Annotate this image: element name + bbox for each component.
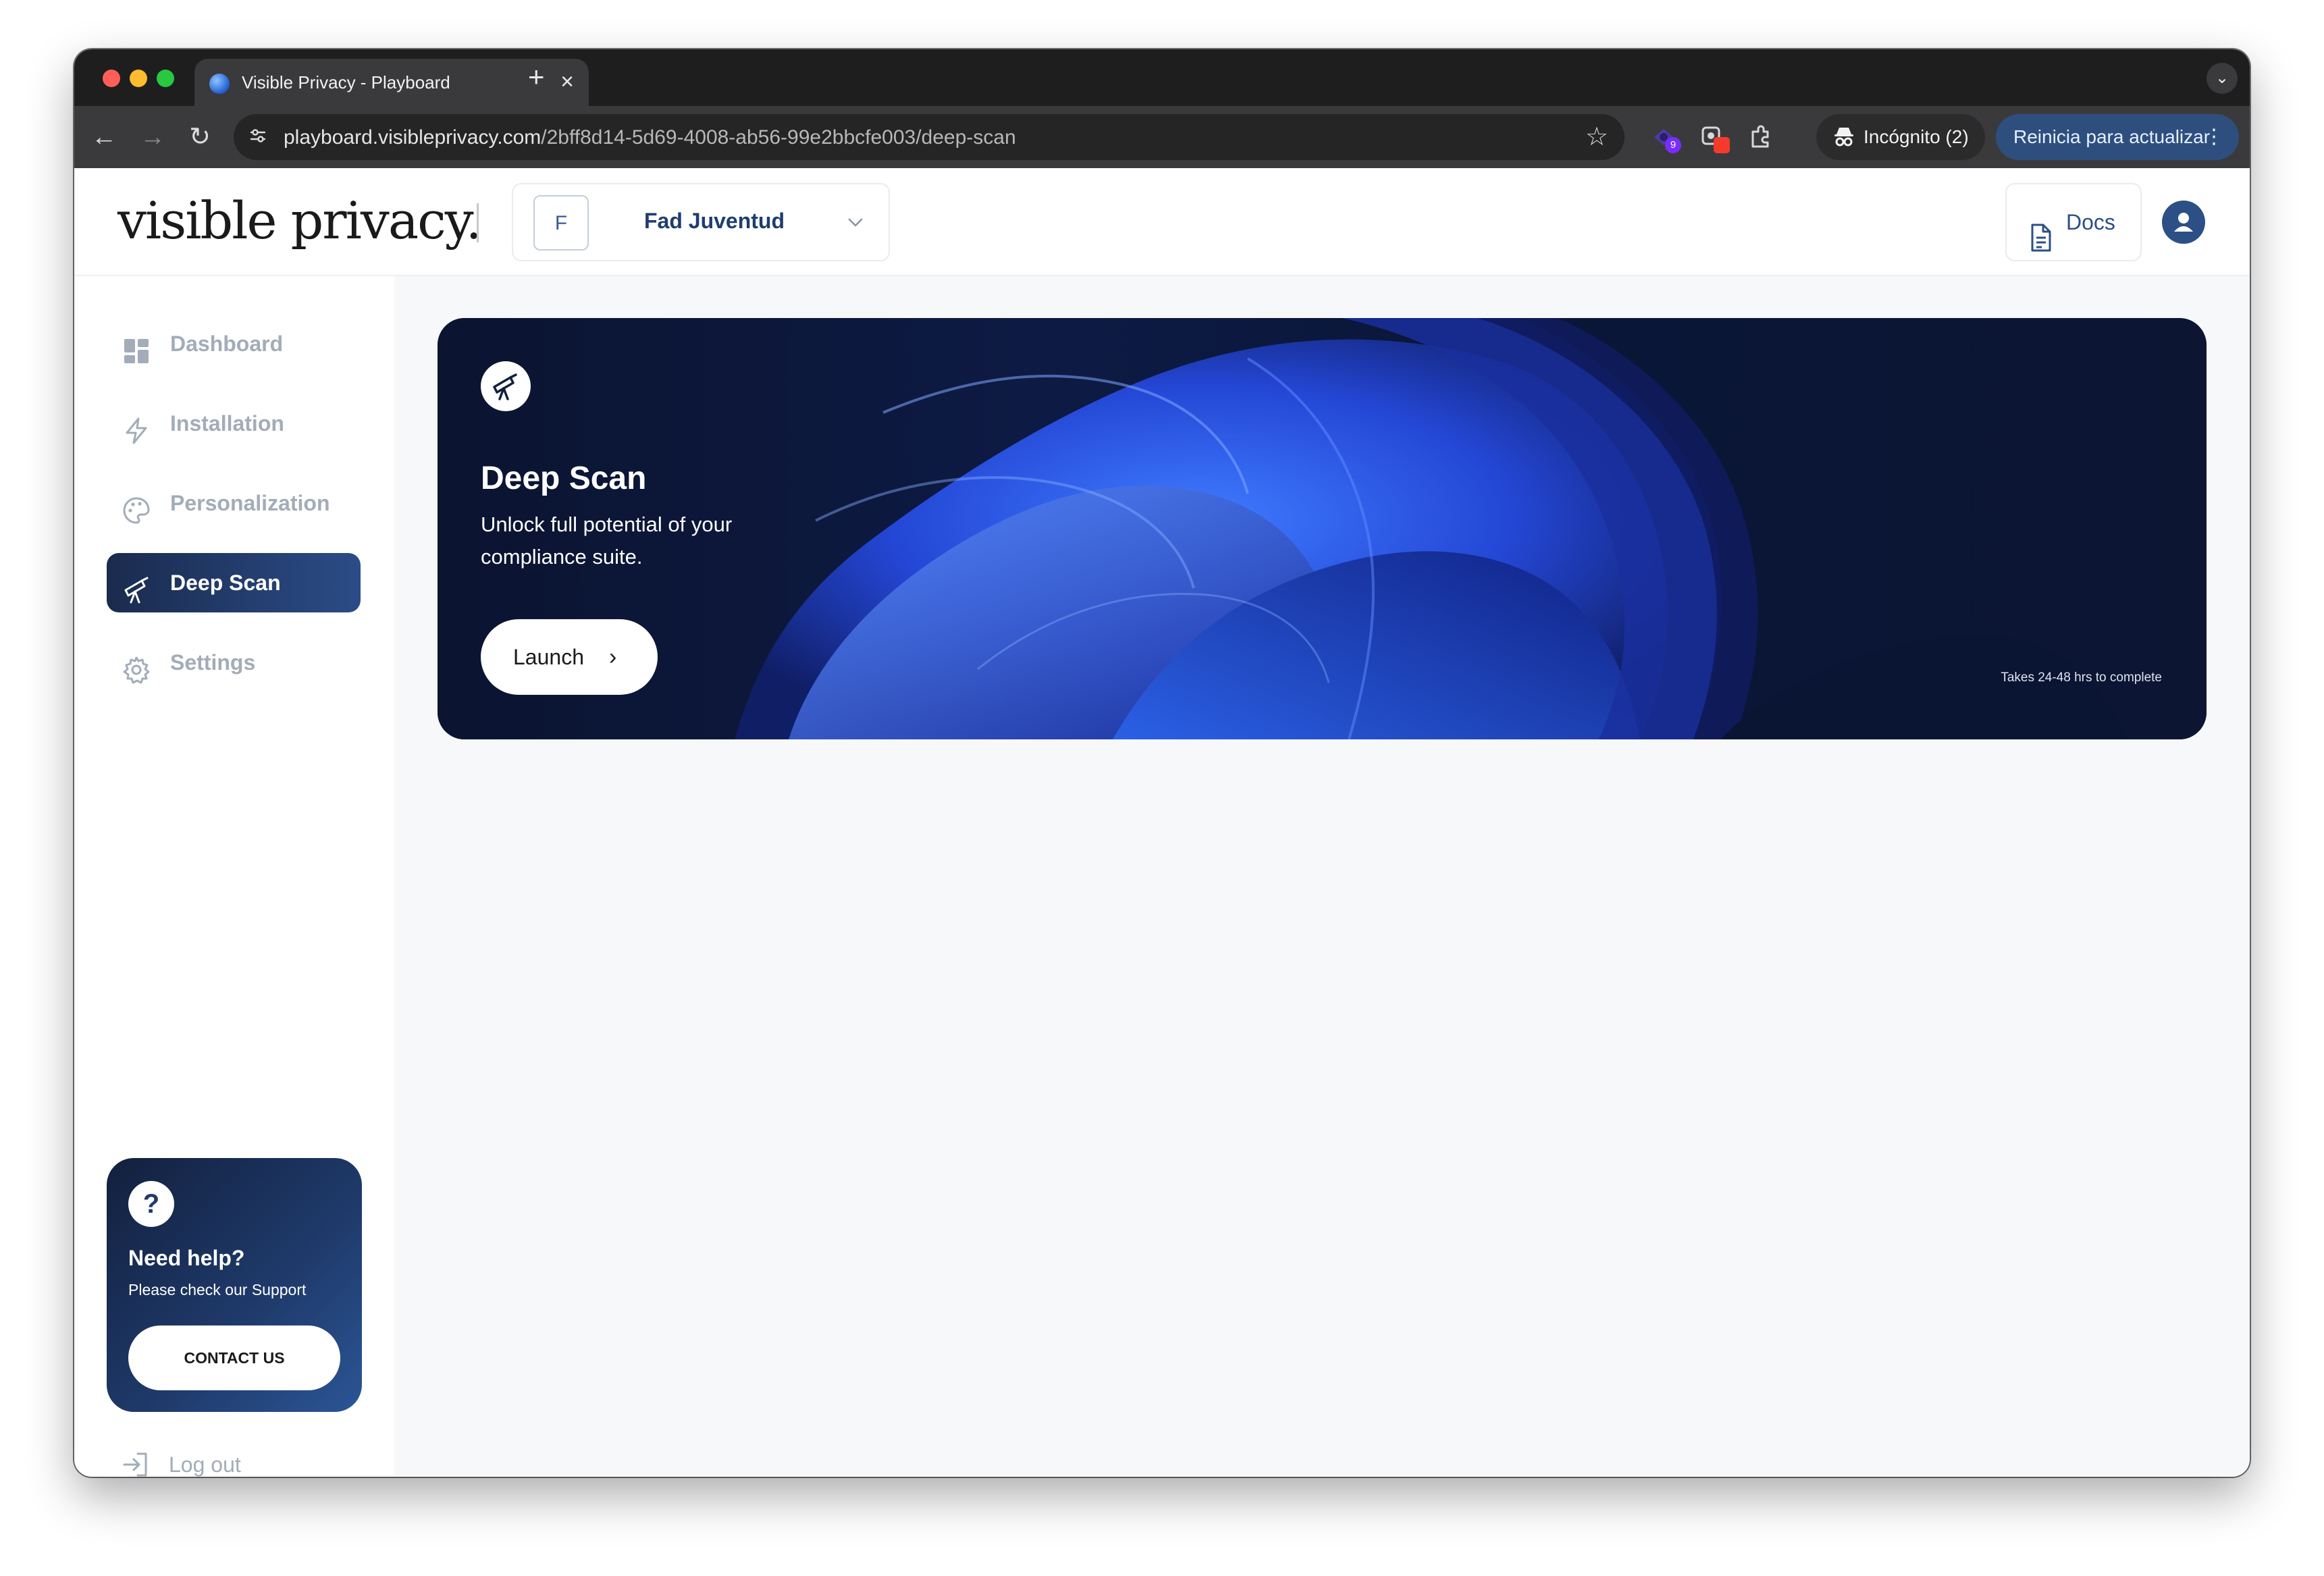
user-icon — [2174, 213, 2193, 232]
banner-duration-note: Takes 24-48 hrs to complete — [2001, 671, 2162, 685]
docs-button[interactable]: Docs — [2005, 183, 2142, 261]
minimize-window-button[interactable] — [130, 70, 147, 87]
incognito-indicator[interactable]: Incógnito (2) — [1816, 114, 1985, 160]
sidebar-item-dashboard[interactable]: Dashboard — [107, 314, 361, 373]
logout-label: Log out — [169, 1452, 241, 1477]
browser-toolbar: ← → ↻ playboard.visibleprivacy.com/2bff8… — [74, 106, 2250, 168]
tab-search-button[interactable]: ⌄ — [2207, 63, 2238, 94]
tab-title: Visible Privacy - Playboard — [242, 72, 450, 93]
telescope-icon — [481, 361, 531, 411]
sidebar-item-settings[interactable]: Settings — [107, 633, 361, 692]
extension-badge-red — [1714, 137, 1730, 153]
logo[interactable]: visible privacy. — [117, 187, 482, 255]
sidebar-item-label: Installation — [170, 411, 284, 436]
help-card: ? Need help? Please check our Support CO… — [107, 1158, 362, 1412]
sidebar-item-installation[interactable]: Installation — [107, 394, 361, 453]
extension-badge: 9 — [1665, 137, 1681, 153]
close-window-button[interactable] — [103, 70, 120, 87]
org-name: Fad Juventud — [644, 209, 785, 233]
app: visible privacy. F Fad Juventud Docs Das… — [74, 168, 2250, 1477]
launch-label: Launch — [513, 645, 584, 669]
maximize-window-button[interactable] — [157, 70, 174, 87]
help-subtitle: Please check our Support — [128, 1281, 307, 1298]
more-menu-icon[interactable]: ⋮ — [2204, 114, 2224, 160]
tab-close-icon[interactable]: × — [560, 68, 574, 95]
launch-button[interactable]: Launch › — [481, 619, 658, 695]
org-avatar: F — [533, 195, 589, 251]
new-tab-button[interactable]: + — [528, 60, 545, 94]
lightning-icon — [122, 409, 151, 444]
back-button[interactable]: ← — [88, 121, 120, 153]
sidebar-item-label: Settings — [170, 650, 256, 675]
telescope-icon — [122, 568, 151, 604]
logout-button[interactable]: Log out — [120, 1450, 241, 1477]
chevron-down-icon — [847, 207, 864, 246]
user-avatar-button[interactable] — [2162, 201, 2205, 244]
extensions-puzzle-icon[interactable] — [1746, 122, 1776, 152]
browser-window: Visible Privacy - Playboard × + ⌄ ← → ↻ … — [74, 49, 2250, 1477]
docs-label: Docs — [2066, 210, 2115, 234]
app-header: visible privacy. F Fad Juventud Docs — [74, 168, 2250, 276]
sidebar: Dashboard Installation Personalization D… — [74, 276, 394, 1477]
help-title: Need help? — [128, 1246, 245, 1270]
incognito-label: Incógnito (2) — [1864, 126, 1969, 147]
palette-icon — [122, 488, 151, 524]
url-path: /2bff8d14-5d69-4008-ab56-99e2bbcfe003/de… — [541, 126, 1016, 149]
deep-scan-banner: Deep Scan Unlock full potential of your … — [438, 318, 2207, 739]
dashboard-icon — [122, 329, 151, 363]
sidebar-item-label: Deep Scan — [170, 571, 281, 595]
address-bar[interactable]: playboard.visibleprivacy.com/2bff8d14-5d… — [234, 114, 1625, 160]
forward-button[interactable]: → — [136, 121, 169, 153]
site-settings-icon[interactable] — [248, 126, 267, 150]
header-divider — [477, 203, 479, 242]
extension-icon[interactable] — [1697, 122, 1730, 153]
organization-selector[interactable]: F Fad Juventud — [512, 183, 890, 261]
update-label: Reinicia para actualizar — [2013, 126, 2211, 147]
question-icon: ? — [128, 1181, 174, 1227]
reload-button[interactable]: ↻ — [184, 121, 216, 153]
sidebar-item-deep-scan[interactable]: Deep Scan — [107, 553, 361, 612]
banner-description: Unlock full potential of your compliance… — [481, 513, 733, 569]
restart-to-update-button[interactable]: Reinicia para actualizar ⋮ — [1996, 114, 2239, 160]
extension-icon[interactable]: 9 — [1649, 122, 1681, 153]
gear-icon — [122, 648, 151, 684]
chevron-right-icon: › — [609, 644, 617, 670]
sidebar-item-label: Personalization — [170, 491, 330, 515]
document-icon — [2028, 207, 2053, 283]
url-domain: playboard.visibleprivacy.com — [284, 126, 542, 149]
url-text: playboard.visibleprivacy.com/2bff8d14-5d… — [284, 126, 1016, 149]
tab-favicon-icon — [209, 74, 230, 94]
banner-title: Deep Scan — [481, 461, 647, 496]
browser-tabstrip: Visible Privacy - Playboard × + ⌄ — [74, 49, 2250, 106]
logout-icon — [120, 1450, 150, 1477]
sidebar-item-personalization[interactable]: Personalization — [107, 473, 361, 533]
bookmark-star-icon[interactable]: ☆ — [1585, 122, 1608, 152]
sidebar-item-label: Dashboard — [170, 332, 284, 356]
contact-us-button[interactable]: CONTACT US — [128, 1325, 340, 1390]
